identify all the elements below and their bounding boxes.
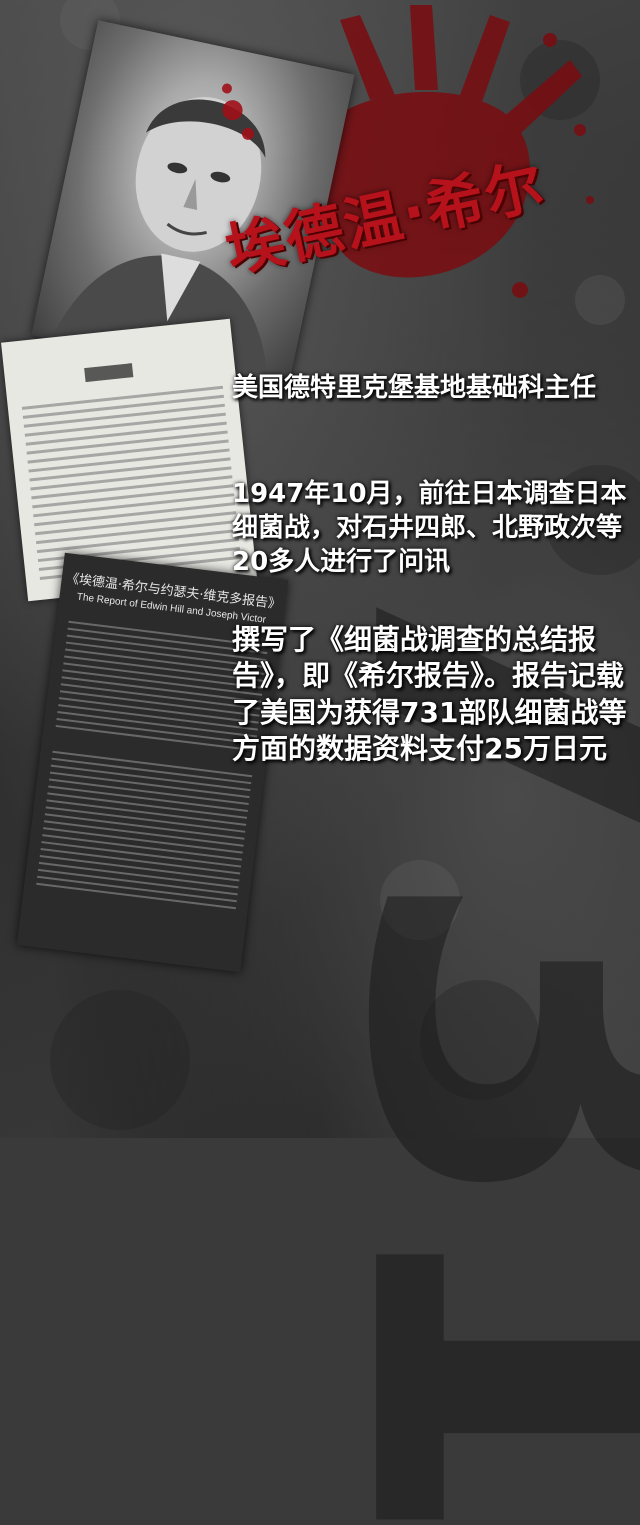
report-text: 撰写了《细菌战调查的总结报告》，即《希尔报告》。报告记载了美国为获得731部队细… [232, 623, 627, 766]
visit-text: 1947年10月，前往日本调查日本细菌战，对石井四郎、北野政次等20多人进行了问… [232, 479, 627, 577]
declassified-document [1, 318, 257, 602]
role-text: 美国德特里克堡基地基础科主任 [232, 373, 597, 403]
